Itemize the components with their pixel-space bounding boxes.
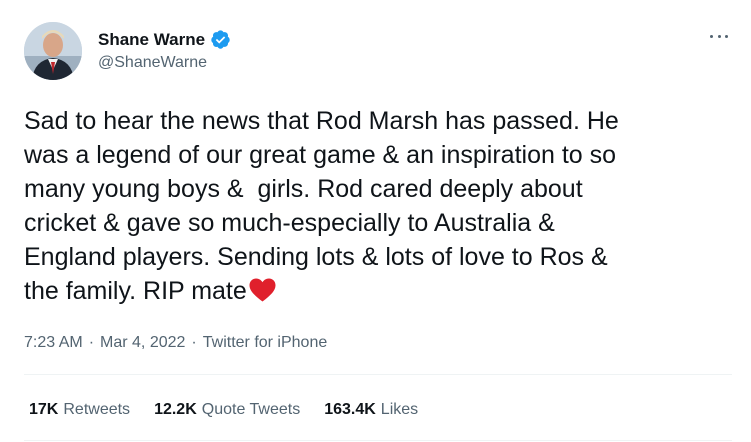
divider xyxy=(24,374,732,375)
meta-separator: · xyxy=(88,334,95,351)
retweets-count: 17K xyxy=(29,401,59,418)
more-horizontal-icon xyxy=(717,34,721,38)
author-name-row: Shane Warne xyxy=(98,29,231,50)
quote-tweets-count: 12.2K xyxy=(154,401,197,418)
divider xyxy=(24,440,732,441)
red-heart-icon xyxy=(249,277,276,302)
more-horizontal-icon xyxy=(710,34,713,38)
likes-label: Likes xyxy=(380,401,419,418)
tweet-body: Sad to hear the news that Rod Marsh has … xyxy=(24,107,619,305)
verified-badge-icon xyxy=(210,29,231,50)
quote-tweets-stat[interactable]: 12.2K Quote Tweets xyxy=(154,401,300,419)
meta-separator: · xyxy=(191,334,197,351)
retweets-stat[interactable]: 17K Retweets xyxy=(29,401,130,419)
tweet-time[interactable]: 7:23 AM xyxy=(24,334,83,352)
likes-stat[interactable]: 163.4K Likes xyxy=(324,401,418,419)
author-display-name[interactable]: Shane Warne xyxy=(98,30,205,50)
quote-tweets-label: Quote Tweets xyxy=(201,401,301,418)
likes-count: 163.4K xyxy=(324,401,376,418)
retweets-label: Retweets xyxy=(63,401,131,418)
tweet-meta: 7:23 AM · Mar 4, 2022 · Twitter for iPho… xyxy=(24,334,327,352)
avatar[interactable] xyxy=(24,22,82,80)
author-handle[interactable]: @ShaneWarne xyxy=(98,54,207,72)
more-options-button[interactable] xyxy=(706,26,732,46)
tweet-date[interactable]: Mar 4, 2022 xyxy=(100,334,185,352)
tweet-source[interactable]: Twitter for iPhone xyxy=(203,334,328,352)
more-horizontal-icon xyxy=(725,34,728,38)
tweet-card: Shane Warne @ShaneWarne Sad to hear the … xyxy=(0,0,751,442)
tweet-text: Sad to hear the news that Rod Marsh has … xyxy=(24,104,729,308)
engagement-stats: 17K Retweets 12.2K Quote Tweets 163.4K L… xyxy=(29,401,442,419)
